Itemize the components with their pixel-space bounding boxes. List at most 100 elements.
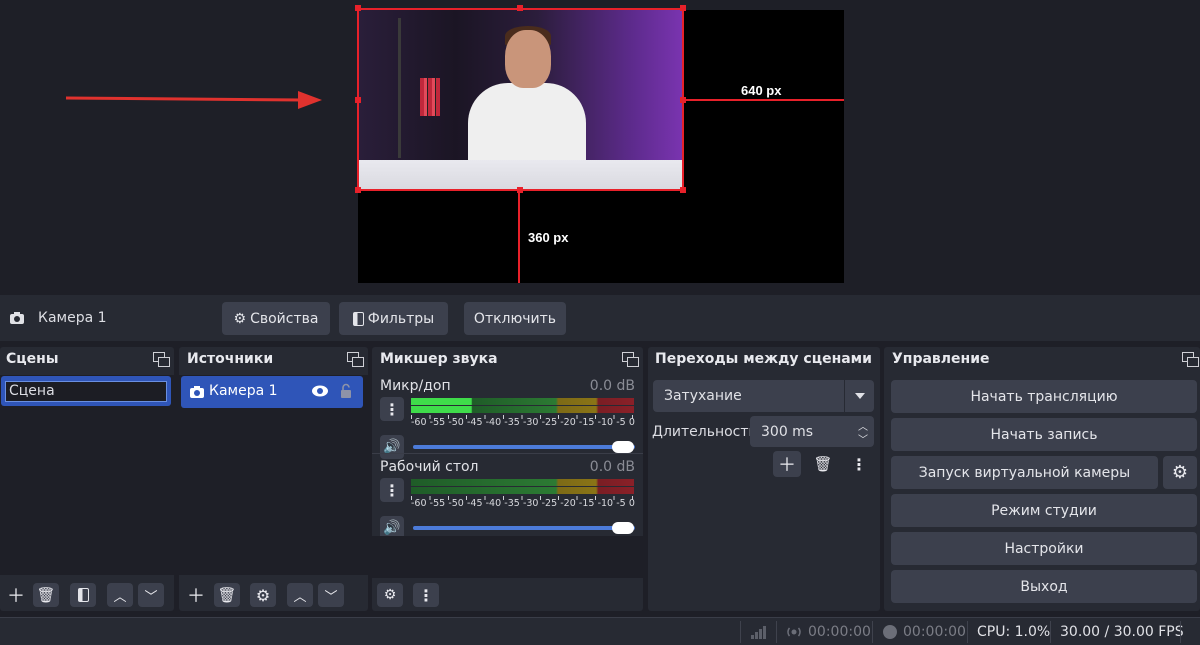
undock-icon[interactable] bbox=[622, 352, 639, 367]
mixer-menu-button[interactable]: ⋮ bbox=[413, 583, 439, 607]
gear-icon: ⚙ bbox=[255, 585, 271, 605]
kebab-icon: ⋮ bbox=[384, 399, 400, 419]
resize-handle-tr[interactable] bbox=[680, 5, 686, 11]
mixer-channel: Рабочий стол 0.0 dB ⋮ -60 -55 -50 -45 -40 -35… bbox=[372, 456, 643, 540]
width-guide-label: 640 px bbox=[741, 83, 782, 98]
resize-handle-bl[interactable] bbox=[355, 187, 361, 193]
status-separator bbox=[967, 621, 968, 643]
remove-scene-button[interactable]: 🗑 bbox=[33, 583, 59, 607]
scene-filters-button[interactable] bbox=[70, 583, 96, 607]
volume-slider-thumb[interactable] bbox=[612, 441, 634, 453]
spin-down-icon[interactable]: ﹀ bbox=[858, 431, 868, 446]
tick: -40 bbox=[485, 417, 502, 428]
volume-slider[interactable] bbox=[413, 526, 635, 530]
transition-menu-button[interactable]: ⋮ bbox=[846, 452, 872, 476]
channel-menu-button[interactable]: ⋮ bbox=[380, 478, 404, 502]
volume-slider[interactable] bbox=[413, 445, 635, 449]
sources-list: Камера 1 bbox=[179, 375, 368, 575]
properties-button[interactable]: ⚙ Свойства bbox=[222, 302, 330, 335]
undock-icon[interactable] bbox=[347, 352, 364, 367]
tick: -15 bbox=[578, 417, 595, 428]
books-graphic bbox=[420, 78, 440, 116]
transitions-title: Переходы между сценами bbox=[655, 351, 872, 367]
trash-icon: 🗑 bbox=[813, 455, 833, 473]
scene-down-button[interactable]: ﹀ bbox=[138, 583, 164, 607]
tick: -10 bbox=[597, 498, 614, 509]
volume-slider-thumb[interactable] bbox=[612, 522, 634, 534]
resize-handle-ml[interactable] bbox=[355, 97, 361, 103]
annotation-arrow bbox=[66, 91, 322, 109]
eye-icon[interactable] bbox=[311, 384, 329, 402]
virtual-camera-settings-button[interactable]: ⚙ bbox=[1163, 456, 1197, 489]
start-virtual-camera-button[interactable]: Запуск виртуальной камеры bbox=[891, 456, 1158, 489]
settings-button[interactable]: Настройки bbox=[891, 532, 1197, 565]
source-properties-button[interactable]: ⚙ bbox=[250, 583, 276, 607]
sources-dock: Источники Камера 1 ＋ 🗑 ⚙ ︿ ﹀ bbox=[179, 347, 368, 611]
fps-indicator: 30.00 / 30.00 FPS bbox=[1060, 624, 1184, 640]
cpu-usage: CPU: 1.0% bbox=[977, 624, 1051, 640]
resize-handle-tl[interactable] bbox=[355, 5, 361, 11]
studio-mode-button[interactable]: Режим студии bbox=[891, 494, 1197, 527]
gear-icon: ⚙ bbox=[1171, 462, 1189, 483]
duration-value: 300 ms bbox=[761, 423, 814, 440]
undock-icon[interactable] bbox=[1182, 352, 1199, 367]
camera-icon bbox=[9, 311, 25, 329]
scene-item[interactable]: Сцена bbox=[1, 376, 171, 406]
remove-transition-button[interactable]: 🗑 bbox=[810, 452, 836, 476]
scenes-title: Сцены bbox=[6, 351, 59, 367]
select-divider bbox=[844, 380, 845, 412]
guide-right-line bbox=[684, 99, 844, 101]
tick: -15 bbox=[578, 498, 595, 509]
tick: -60 bbox=[411, 498, 427, 509]
add-scene-button[interactable]: ＋ bbox=[3, 583, 29, 607]
lock-icon[interactable] bbox=[340, 383, 352, 403]
source-down-button[interactable]: ﹀ bbox=[318, 583, 344, 607]
add-transition-button[interactable]: ＋ bbox=[773, 451, 801, 477]
tick: -20 bbox=[560, 417, 576, 428]
speaker-icon: 🔊 bbox=[383, 520, 401, 536]
kebab-icon: ⋮ bbox=[418, 585, 434, 605]
mixer-advanced-button[interactable]: ⚙ bbox=[377, 583, 403, 607]
exit-button[interactable]: Выход bbox=[891, 570, 1197, 603]
trash-icon: 🗑 bbox=[217, 586, 237, 604]
camera-video-frame[interactable] bbox=[358, 8, 683, 191]
status-separator bbox=[872, 621, 873, 643]
add-source-button[interactable]: ＋ bbox=[183, 583, 209, 607]
person-head-graphic bbox=[505, 30, 551, 88]
duration-spinbox[interactable]: 300 ms ︿ ﹀ bbox=[750, 416, 874, 447]
channel-menu-button[interactable]: ⋮ bbox=[380, 397, 404, 421]
resize-handle-br[interactable] bbox=[680, 187, 686, 193]
channel-name: Рабочий стол bbox=[380, 459, 479, 475]
tick: -40 bbox=[485, 498, 502, 509]
stream-timer: 00:00:00 bbox=[808, 624, 871, 640]
start-recording-button[interactable]: Начать запись bbox=[891, 418, 1197, 451]
meter-ticks: -60 -55 -50 -45 -40 -35 -30 -25 -20 -15 -10 -5 0 bbox=[411, 417, 635, 428]
remove-source-button[interactable]: 🗑 bbox=[214, 583, 240, 607]
preview-area[interactable]: 640 px 360 px bbox=[0, 0, 1200, 293]
scene-name-edit[interactable]: Сцена bbox=[5, 381, 167, 402]
deactivate-button[interactable]: Отключить bbox=[464, 302, 566, 335]
properties-label: Свойства bbox=[250, 310, 319, 327]
tick: -50 bbox=[448, 417, 464, 428]
tick: -25 bbox=[541, 417, 558, 428]
scene-transitions-dock: Переходы между сценами Затухание Длитель… bbox=[648, 347, 880, 611]
scenes-dock: Сцены Сцена ＋ 🗑 ︿ ﹀ bbox=[0, 347, 174, 611]
tick: -30 bbox=[522, 417, 539, 428]
scene-up-button[interactable]: ︿ bbox=[107, 583, 133, 607]
tick: -35 bbox=[504, 417, 520, 428]
start-streaming-button[interactable]: Начать трансляцию bbox=[891, 380, 1197, 413]
tick: -35 bbox=[504, 498, 520, 509]
mixer-empty-area bbox=[372, 536, 643, 578]
gears-icon: ⚙ bbox=[383, 587, 397, 603]
level-meter bbox=[411, 398, 634, 405]
channel-divider bbox=[372, 453, 643, 454]
filters-button[interactable]: Фильтры bbox=[339, 302, 448, 335]
status-separator bbox=[1180, 621, 1181, 643]
transition-select[interactable]: Затухание bbox=[653, 380, 874, 412]
channel-db: 0.0 dB bbox=[589, 378, 635, 394]
sources-title: Источники bbox=[187, 351, 274, 367]
resize-handle-tm[interactable] bbox=[517, 5, 523, 11]
undock-icon[interactable] bbox=[153, 352, 170, 367]
source-up-button[interactable]: ︿ bbox=[287, 583, 313, 607]
source-item[interactable]: Камера 1 bbox=[181, 376, 363, 408]
